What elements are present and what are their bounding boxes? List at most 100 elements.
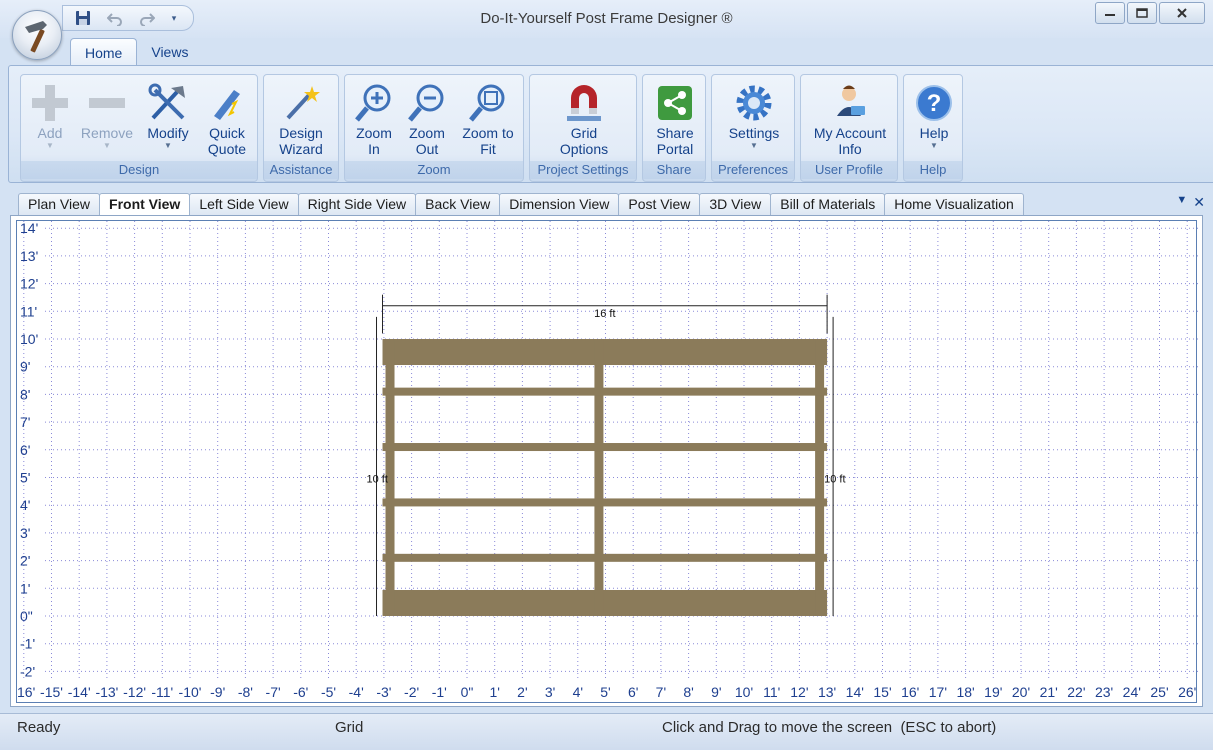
x-tick-label: -10' xyxy=(179,684,202,700)
design-wizard-label-2: Wizard xyxy=(279,141,323,157)
skirt-board xyxy=(382,590,828,616)
view-tab-back-view[interactable]: Back View xyxy=(415,193,501,215)
x-tick-label: -6' xyxy=(293,684,308,700)
close-button[interactable] xyxy=(1159,2,1205,24)
x-tick-label: -7' xyxy=(266,684,281,700)
front-view-drawing[interactable]: 14' 13' 12' 11' 10' 9' 8' 7' 6' 5' 4' 3' 2' 1' 0" -1' -2… xyxy=(12,220,1198,704)
group-zoom: Zoom In Zoom Out Zoom to Fit Zoom xyxy=(344,74,524,182)
x-tick-label: -8' xyxy=(238,684,253,700)
x-tick-label: -1' xyxy=(432,684,447,700)
application-menu-button[interactable] xyxy=(12,10,62,60)
zoom-out-button[interactable]: Zoom Out xyxy=(401,81,453,157)
window-controls xyxy=(1095,2,1205,24)
remove-label: Remove xyxy=(80,125,134,141)
view-tab-right-side-view[interactable]: Right Side View xyxy=(297,193,417,215)
x-tick-label: 24' xyxy=(1123,684,1141,700)
x-tick-label: -3' xyxy=(376,684,391,700)
x-tick-label: 16' xyxy=(901,684,919,700)
quick-quote-label-1: Quick xyxy=(209,125,245,141)
modify-button[interactable]: Modify ▼ xyxy=(141,81,195,151)
view-tab-front-view[interactable]: Front View xyxy=(99,193,191,215)
group-help: ? Help ▼ Help xyxy=(903,74,963,182)
title-bar: ▾ Do-It-Yourself Post Frame Designer ® xyxy=(0,0,1213,38)
minimize-button[interactable] xyxy=(1095,2,1125,24)
view-tab-home-visualization[interactable]: Home Visualization xyxy=(884,193,1024,215)
tab-home[interactable]: Home xyxy=(70,38,138,66)
help-question-icon: ? xyxy=(912,81,956,125)
grid-options-button[interactable]: Grid Options xyxy=(552,81,616,157)
drawing-area-frame: 14' 13' 12' 11' 10' 9' 8' 7' 6' 5' 4' 3' 2' 1' 0" -1' -2… xyxy=(10,215,1203,707)
y-tick-label: 11' xyxy=(20,303,37,319)
zoom-to-fit-button[interactable]: Zoom to Fit xyxy=(455,81,521,157)
x-tick-label: 22' xyxy=(1067,684,1085,700)
x-tick-label: 21' xyxy=(1040,684,1058,700)
view-tab-plan-view[interactable]: Plan View xyxy=(18,193,101,215)
x-tick-label: 19' xyxy=(984,684,1002,700)
dropdown-arrow-icon: ▼ xyxy=(750,141,758,150)
help-button[interactable]: ? Help ▼ xyxy=(910,81,958,151)
group-design: Add ▼ Remove ▼ Modify ▼ Quick Quote Desi… xyxy=(20,74,258,182)
settings-button[interactable]: Settings ▼ xyxy=(720,81,788,151)
y-tick-label: 3' xyxy=(20,525,30,541)
y-tick-label: -1' xyxy=(20,636,35,652)
add-label: Add xyxy=(37,125,63,141)
quote-pen-icon xyxy=(205,81,249,125)
x-tick-label: 10' xyxy=(735,684,753,700)
x-tick-label: 2' xyxy=(517,684,527,700)
my-account-label-1: My Account xyxy=(813,125,887,141)
zoom-out-label-1: Zoom xyxy=(409,125,445,141)
dropdown-arrow-icon: ▼ xyxy=(164,141,172,150)
view-tab-left-side-view[interactable]: Left Side View xyxy=(189,193,299,215)
quick-quote-button[interactable]: Quick Quote xyxy=(199,81,255,157)
view-tab-bill-of-materials[interactable]: Bill of Materials xyxy=(770,193,886,215)
group-label-assistance: Assistance xyxy=(264,161,338,179)
close-tab-icon[interactable]: ✕ xyxy=(1193,194,1205,211)
zoom-in-label-1: Zoom xyxy=(356,125,392,141)
my-account-label-2: Info xyxy=(838,141,862,157)
view-tab-dimension-view[interactable]: Dimension View xyxy=(499,193,620,215)
x-tick-label: -9' xyxy=(210,684,225,700)
share-portal-button[interactable]: Share Portal xyxy=(649,81,701,157)
x-tick-label: 1' xyxy=(489,684,499,700)
x-tick-label: 12' xyxy=(790,684,808,700)
plus-icon xyxy=(28,81,72,125)
drawing-canvas[interactable]: 14' 13' 12' 11' 10' 9' 8' 7' 6' 5' 4' 3' 2' 1' 0" -1' -2… xyxy=(12,220,1198,704)
magic-wand-icon xyxy=(279,81,323,125)
y-tick-label: 0" xyxy=(20,608,33,624)
view-tab-3d-view[interactable]: 3D View xyxy=(699,193,772,215)
x-tick-label: 18' xyxy=(956,684,974,700)
grid-options-label-1: Grid xyxy=(570,125,598,141)
post-center xyxy=(594,339,604,616)
share-icon xyxy=(653,81,697,125)
add-button[interactable]: Add ▼ xyxy=(25,81,75,151)
group-label-preferences: Preferences xyxy=(712,161,794,179)
hammer-icon xyxy=(25,21,47,53)
tab-views[interactable]: Views xyxy=(137,38,202,66)
user-account-icon xyxy=(828,81,872,125)
x-tick-label: 15' xyxy=(873,684,891,700)
y-tick-label: 13' xyxy=(20,248,38,264)
ribbon: Add ▼ Remove ▼ Modify ▼ Quick Quote Desi… xyxy=(8,65,1213,183)
design-wizard-button[interactable]: Design Wizard xyxy=(270,81,332,157)
my-account-info-button[interactable]: My Account Info xyxy=(805,81,895,157)
y-tick-label: 14' xyxy=(20,221,38,236)
zoom-in-button[interactable]: Zoom In xyxy=(349,81,399,157)
group-label-share: Share xyxy=(643,161,705,179)
y-tick-label: 10' xyxy=(20,331,38,347)
x-tick-label: 20' xyxy=(1012,684,1030,700)
view-tab-post-view[interactable]: Post View xyxy=(618,193,701,215)
x-tick-label: -2' xyxy=(404,684,419,700)
height-dimension-label-right: 10 ft xyxy=(824,474,845,486)
maximize-button[interactable] xyxy=(1127,2,1157,24)
y-tick-label: 1' xyxy=(20,580,30,596)
y-tick-label: 12' xyxy=(20,276,38,292)
y-tick-label: 8' xyxy=(20,386,30,402)
remove-button[interactable]: Remove ▼ xyxy=(77,81,137,151)
x-tick-label: -13' xyxy=(95,684,118,700)
x-tick-label: 7' xyxy=(656,684,666,700)
tab-list-dropdown-icon[interactable]: ▼ xyxy=(1176,194,1187,211)
y-tick-label: 4' xyxy=(20,497,30,513)
status-grid: Grid xyxy=(335,719,364,736)
zoom-fit-icon xyxy=(466,81,510,125)
dropdown-arrow-icon: ▼ xyxy=(46,141,54,150)
